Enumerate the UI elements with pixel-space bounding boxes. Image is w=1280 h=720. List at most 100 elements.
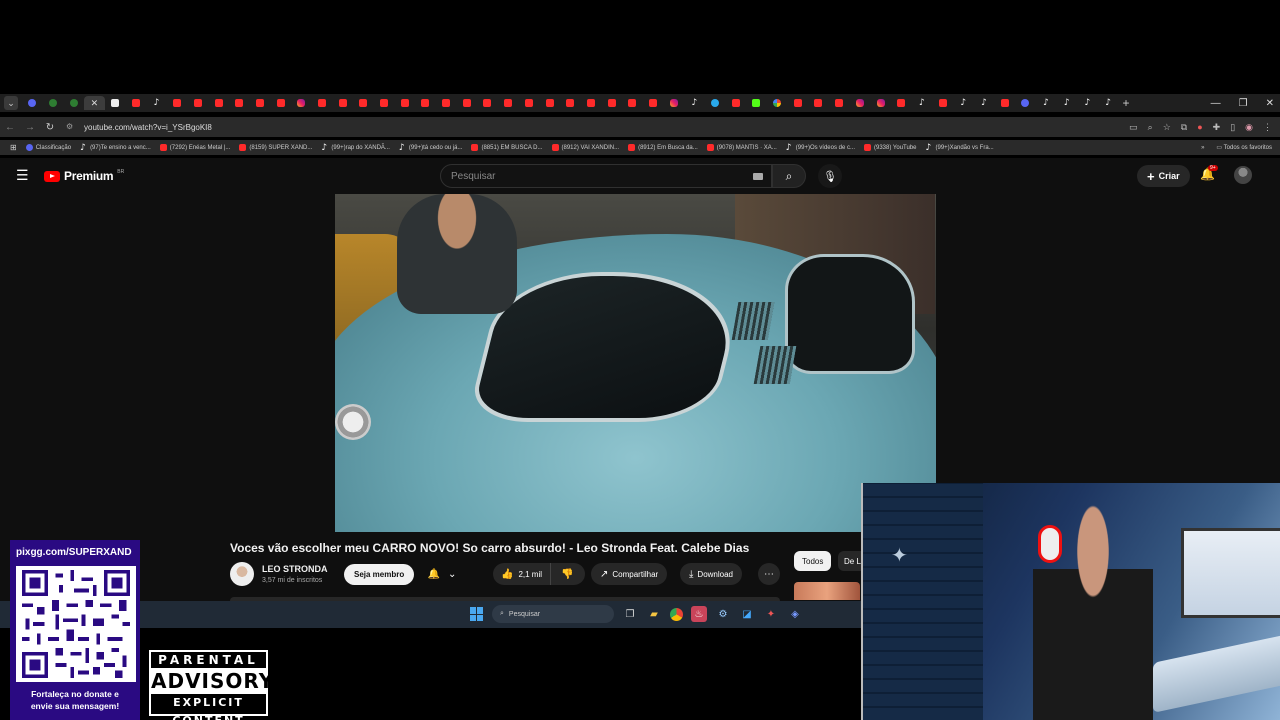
search-button[interactable]: ⌕ <box>772 164 806 188</box>
start-icon[interactable] <box>470 607 484 621</box>
taskbar-search[interactable]: ⌕ Pesquisar <box>492 605 614 623</box>
bookmark-item[interactable]: ♪ (99+)Xandão vs Fra... <box>925 144 993 153</box>
all-bookmarks-button[interactable]: ▭ Todos os favoritos <box>1216 144 1272 151</box>
browser-tab[interactable] <box>374 96 395 110</box>
browser-tab[interactable]: ♪ <box>1098 96 1119 110</box>
browser-tab[interactable] <box>22 96 43 110</box>
keyboard-icon[interactable] <box>753 173 763 180</box>
apps-icon[interactable]: ⊞ <box>10 143 17 152</box>
new-tab-button[interactable]: + <box>1122 96 1129 110</box>
browser-tab[interactable] <box>746 96 767 110</box>
store-icon[interactable]: ◪ <box>739 606 755 622</box>
browser-tab[interactable]: ♪ <box>912 96 933 110</box>
browser-tab[interactable] <box>250 96 271 110</box>
browser-tab[interactable] <box>1015 96 1036 110</box>
browser-tab[interactable] <box>394 96 415 110</box>
network-app-icon[interactable]: ◈ <box>787 606 803 622</box>
browser-tab[interactable] <box>208 96 229 110</box>
browser-tab[interactable]: ♪ <box>974 96 995 110</box>
zoom-icon[interactable]: ⌕ <box>1148 122 1153 133</box>
browser-tab[interactable] <box>477 96 498 110</box>
bookmark-item[interactable]: Classificação <box>25 144 71 151</box>
like-button[interactable]: 👍 2,1 mil <box>493 563 552 585</box>
file-explorer-icon[interactable]: ▰ <box>646 606 662 622</box>
forward-icon[interactable]: → <box>20 122 40 133</box>
browser-tab[interactable] <box>43 96 64 110</box>
browser-tab[interactable] <box>622 96 643 110</box>
puzzle-icon[interactable]: ✚ <box>1213 122 1221 133</box>
record-icon[interactable]: ● <box>1197 122 1202 132</box>
profile-icon[interactable]: ◉ <box>1245 122 1253 133</box>
steam-icon[interactable]: ♨ <box>691 606 707 622</box>
account-avatar[interactable] <box>1234 166 1252 184</box>
maximize-icon[interactable]: ❐ <box>1239 98 1248 109</box>
bookmark-item[interactable]: (8851) EM BUSCA D... <box>471 144 543 151</box>
youtube-logo[interactable]: Premium BR <box>44 169 124 183</box>
download-button[interactable]: ⤓ Download <box>680 563 742 585</box>
browser-tab[interactable] <box>415 96 436 110</box>
chrome-icon[interactable] <box>670 607 683 621</box>
close-window-icon[interactable]: ✕ <box>1266 98 1274 109</box>
cast-icon[interactable]: ▭ <box>1129 122 1138 133</box>
channel-name[interactable]: LEO STRONDA <box>262 564 328 574</box>
recommended-thumbnail[interactable] <box>794 582 860 600</box>
bookmark-item[interactable]: (9338) YouTube <box>864 144 916 151</box>
browser-tab[interactable] <box>891 96 912 110</box>
browser-tab[interactable] <box>643 96 664 110</box>
share-button[interactable]: ↗ Compartilhar <box>591 563 668 585</box>
browser-tab[interactable] <box>353 96 374 110</box>
browser-tab[interactable] <box>850 96 871 110</box>
browser-tab[interactable]: ♪ <box>1077 96 1098 110</box>
tab-search-button[interactable]: ⌄ <box>4 96 18 110</box>
browser-tab[interactable]: ♪ <box>1036 96 1057 110</box>
dislike-button[interactable]: 👎 <box>551 569 583 580</box>
browser-tab[interactable] <box>994 96 1015 110</box>
browser-tab[interactable] <box>167 96 188 110</box>
browser-tab[interactable] <box>808 96 829 110</box>
bookmark-item[interactable]: (9078) MANTIS · XA... <box>706 144 777 151</box>
site-info-icon[interactable]: ⚙ <box>66 122 76 132</box>
browser-tab[interactable] <box>601 96 622 110</box>
browser-tab[interactable]: ♪ <box>1056 96 1077 110</box>
voice-search-button[interactable]: 🎙 <box>818 164 842 188</box>
browser-tab[interactable] <box>519 96 540 110</box>
browser-tab[interactable] <box>105 96 126 110</box>
browser-tab[interactable]: ♪ <box>684 96 705 110</box>
browser-tab[interactable] <box>436 96 457 110</box>
browser-tab[interactable] <box>312 96 333 110</box>
bookmark-item[interactable]: (8912) Em Busca da... <box>628 144 698 151</box>
browser-tab[interactable] <box>63 96 84 110</box>
browser-tab[interactable] <box>332 96 353 110</box>
bookmark-item[interactable]: ♪ (97)Te ensino a venc... <box>80 144 151 153</box>
browser-tab[interactable] <box>705 96 726 110</box>
menu-hamburger-icon[interactable]: ☰ <box>16 168 30 182</box>
bookmark-item[interactable]: ♪ (99+)rap do XANDÃ... <box>321 144 390 153</box>
browser-tab[interactable] <box>829 96 850 110</box>
extensions-icon[interactable]: ⧉ <box>1181 122 1187 133</box>
bookmark-item[interactable]: (8159) SUPER XAND... <box>239 144 312 151</box>
more-actions-icon[interactable]: ⋯ <box>758 563 780 585</box>
back-icon[interactable]: ← <box>0 122 20 133</box>
subscribed-bell-button[interactable]: 🔔 ⌄ <box>418 564 466 585</box>
join-button[interactable]: Seja membro <box>344 564 415 585</box>
star-icon[interactable]: ☆ <box>1163 122 1171 133</box>
bookmark-item[interactable]: (7292) Enéas Metal |... <box>159 144 230 151</box>
browser-tab[interactable] <box>787 96 808 110</box>
browser-tab[interactable] <box>270 96 291 110</box>
browser-tab[interactable]: ♪ <box>146 96 167 110</box>
browser-tab[interactable] <box>229 96 250 110</box>
search-input[interactable]: Pesquisar <box>440 164 772 188</box>
browser-tab[interactable] <box>663 96 684 110</box>
menu-icon[interactable]: ⋮ <box>1263 122 1272 133</box>
browser-tab[interactable] <box>291 96 312 110</box>
browser-tab[interactable]: ✕ <box>84 96 105 110</box>
settings-icon[interactable]: ⚙ <box>715 606 731 622</box>
sidebar-icon[interactable]: ▯ <box>1230 122 1235 133</box>
bookmark-item[interactable]: ♪ (99+)tá cedo ou já... <box>399 144 463 153</box>
create-button[interactable]: + Criar <box>1137 165 1190 187</box>
minimize-icon[interactable]: — <box>1211 98 1221 109</box>
browser-tab[interactable] <box>767 96 788 110</box>
task-view-icon[interactable]: ❐ <box>622 606 638 622</box>
video-player[interactable] <box>335 194 936 532</box>
browser-tab[interactable] <box>188 96 209 110</box>
